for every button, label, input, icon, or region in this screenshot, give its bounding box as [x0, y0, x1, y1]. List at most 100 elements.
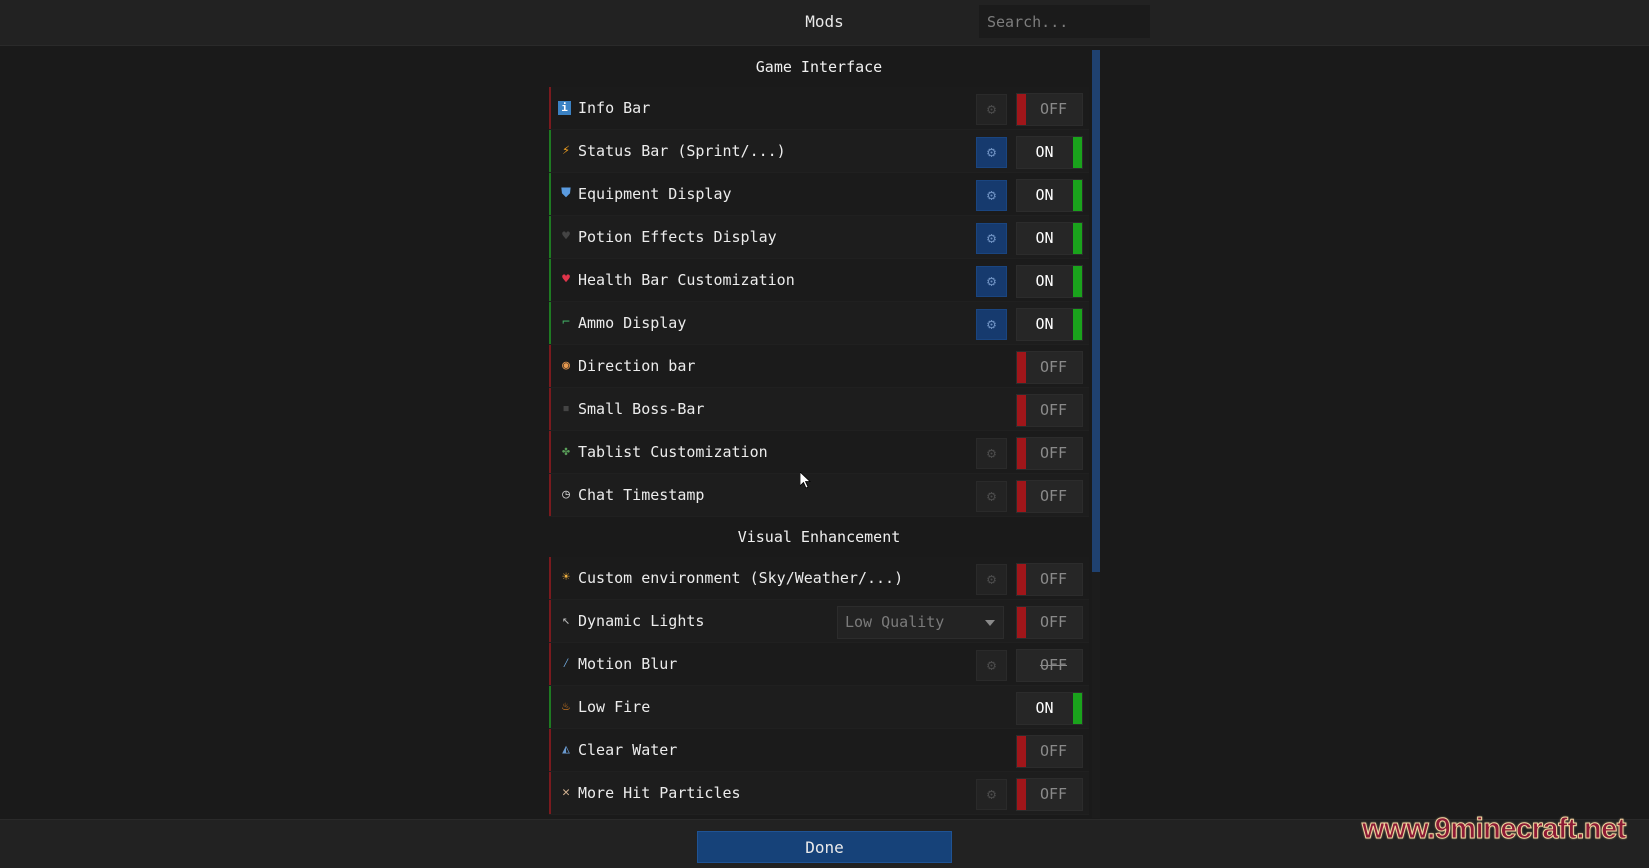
settings-gear-button[interactable]: ⚙	[976, 223, 1007, 254]
mod-name: Custom environment (Sky/Weather/...)	[578, 569, 904, 587]
status-edge	[549, 643, 551, 685]
toggle-state: OFF	[1039, 785, 1068, 803]
blur-streak-icon: ⁄	[562, 656, 570, 671]
gear-icon: ⚙	[986, 656, 997, 674]
status-edge	[549, 130, 551, 172]
status-edge	[549, 431, 551, 473]
settings-gear-button[interactable]: ⚙	[976, 180, 1007, 211]
toggle-button[interactable]: OFF	[1016, 778, 1083, 811]
status-edge	[549, 87, 551, 129]
gear-icon: ⚙	[986, 229, 997, 247]
settings-gear-button[interactable]: ⚙	[976, 650, 1007, 681]
mod-row: ↖ Dynamic Lights Low Quality OFF	[549, 600, 1089, 643]
status-edge	[549, 474, 551, 516]
mod-name: Potion Effects Display	[578, 228, 777, 246]
toggle-button[interactable]: OFF	[1016, 394, 1083, 427]
toggle-button[interactable]: OFF	[1016, 93, 1083, 126]
settings-gear-button[interactable]: ⚙	[976, 481, 1007, 512]
toggle-state: OFF	[1039, 487, 1068, 505]
shield-icon: ⛊	[561, 186, 571, 201]
settings-gear-button[interactable]: ⚙	[976, 309, 1007, 340]
mod-row: ▪ Small Boss-Bar OFF	[549, 388, 1089, 431]
status-edge	[549, 302, 551, 344]
mod-name: Equipment Display	[578, 185, 732, 203]
heart-icon: ♥	[562, 272, 570, 287]
toggle-button[interactable]: ON	[1016, 179, 1083, 212]
gear-icon: ⚙	[986, 315, 997, 333]
toggle-button[interactable]: OFF	[1016, 351, 1083, 384]
toggle-button[interactable]: OFF	[1016, 563, 1083, 596]
toggle-button[interactable]: OFF	[1016, 606, 1083, 639]
toggle-state: ON	[1035, 143, 1054, 161]
settings-gear-button[interactable]: ⚙	[976, 266, 1007, 297]
toggle-button[interactable]: OFF	[1016, 735, 1083, 768]
done-button[interactable]: Done	[697, 831, 952, 863]
toggle-button[interactable]: OFF	[1016, 437, 1083, 470]
toggle-state: ON	[1035, 272, 1054, 290]
toggle-state: OFF	[1039, 358, 1068, 376]
toggle-button[interactable]: ON	[1016, 308, 1083, 341]
toggle-button[interactable]: ON	[1016, 222, 1083, 255]
compass-icon: ◉	[562, 358, 570, 373]
gear-icon: ⚙	[986, 570, 997, 588]
settings-gear-button[interactable]: ⚙	[976, 438, 1007, 469]
scrollbar-thumb[interactable]	[1092, 50, 1100, 572]
status-edge	[549, 600, 551, 642]
status-edge	[549, 345, 551, 387]
info-icon: i	[558, 101, 571, 115]
mod-row: ⛊ Equipment Display ⚙ ON	[549, 173, 1089, 216]
mod-name: Clear Water	[578, 741, 678, 759]
chevron-down-icon	[985, 620, 995, 626]
settings-gear-button[interactable]: ⚙	[976, 564, 1007, 595]
gear-icon: ⚙	[986, 100, 997, 118]
mod-list: Game Interface i Info Bar ⚙ OFF ⚡ Status Bar (…	[549, 47, 1089, 819]
mod-row: ⁄ Motion Blur ⚙ OFF	[549, 643, 1089, 686]
mod-row: i Info Bar ⚙ OFF	[549, 87, 1089, 130]
mod-name: Chat Timestamp	[578, 486, 705, 504]
gear-icon: ⚙	[986, 186, 997, 204]
lightning-icon: ⚡	[562, 143, 570, 158]
mod-row: ✤ Tablist Customization ⚙ OFF	[549, 431, 1089, 474]
toggle-state: OFF	[1039, 613, 1068, 631]
page-title: Mods	[805, 12, 844, 31]
mod-row: ◷ Chat Timestamp ⚙ OFF	[549, 474, 1089, 517]
gear-icon: ⚙	[986, 272, 997, 290]
clock-icon: ◷	[562, 487, 570, 502]
settings-gear-button[interactable]: ⚙	[976, 94, 1007, 125]
mod-row: ☀ Custom environment (Sky/Weather/...) ⚙ OF…	[549, 557, 1089, 600]
search-input[interactable]	[979, 5, 1150, 38]
mod-row: ♥ Health Bar Customization ⚙ ON	[549, 259, 1089, 302]
potion-heart-icon: ♥	[562, 229, 570, 244]
toggle-state: ON	[1035, 186, 1054, 204]
mod-row: ⌐ Ammo Display ⚙ ON	[549, 302, 1089, 345]
mod-name: Ammo Display	[578, 314, 687, 332]
crossed-swords-icon: ✕	[562, 785, 570, 800]
watermark: www.9minecraft.net	[1362, 813, 1627, 846]
scrollbar[interactable]	[1092, 50, 1100, 818]
mod-name: Small Boss-Bar	[578, 400, 705, 418]
mod-name: Low Fire	[578, 698, 651, 716]
toggle-button[interactable]: ON	[1016, 136, 1083, 169]
mod-row: ◉ Direction bar OFF	[549, 345, 1089, 388]
toggle-state: OFF	[1039, 444, 1068, 462]
toggle-state: OFF	[1039, 401, 1068, 419]
toggle-state: ON	[1035, 229, 1054, 247]
status-edge	[549, 772, 551, 814]
settings-gear-button[interactable]: ⚙	[976, 137, 1007, 168]
mod-name: Direction bar	[578, 357, 696, 375]
quality-dropdown[interactable]: Low Quality	[837, 606, 1004, 639]
mod-row: ✕ More Hit Particles ⚙ OFF	[549, 772, 1089, 815]
toggle-button[interactable]: OFF	[1016, 649, 1083, 682]
toggle-button[interactable]: ON	[1016, 265, 1083, 298]
section-title: Game Interface	[755, 58, 883, 76]
water-icon: ◭	[562, 742, 570, 757]
toggle-button[interactable]: ON	[1016, 692, 1083, 725]
status-edge	[549, 259, 551, 301]
puzzle-icon: ✤	[562, 444, 570, 459]
settings-gear-button[interactable]: ⚙	[976, 779, 1007, 810]
toggle-button[interactable]: OFF	[1016, 480, 1083, 513]
mod-name: Motion Blur	[578, 655, 678, 673]
mod-name: Status Bar (Sprint/...)	[578, 142, 786, 160]
mod-name: More Hit Particles	[578, 784, 741, 802]
gear-icon: ⚙	[986, 143, 997, 161]
